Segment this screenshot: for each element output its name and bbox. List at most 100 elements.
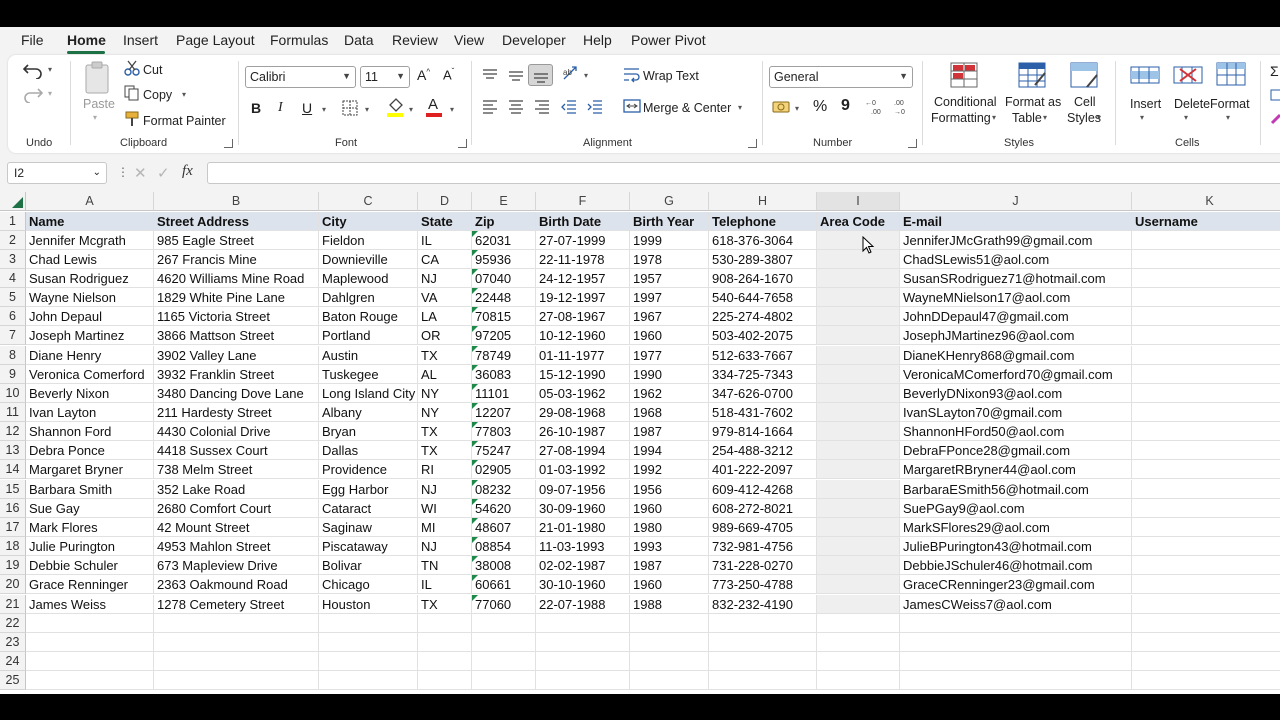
empty-cell[interactable] [900, 613, 1132, 633]
empty-cell[interactable] [26, 651, 154, 671]
format-cells-icon[interactable] [1215, 61, 1247, 87]
table-cell[interactable]: 11-03-1993 [536, 537, 630, 557]
header-cell[interactable]: Telephone [709, 211, 817, 231]
redo-dropdown-icon[interactable]: ▾ [48, 89, 52, 98]
table-cell[interactable]: Downieville [319, 249, 418, 269]
insert-dropdown-icon[interactable]: ▾ [1140, 113, 1144, 122]
format-painter-icon[interactable] [124, 111, 142, 127]
format-cells-button[interactable]: Format [1210, 97, 1250, 111]
format-dropdown-icon[interactable]: ▾ [1226, 113, 1230, 122]
table-cell[interactable]: Portland [319, 326, 418, 346]
empty-cell[interactable] [154, 671, 319, 691]
table-cell[interactable]: 08854 [472, 537, 536, 557]
table-cell[interactable]: Austin [319, 345, 418, 365]
wrap-text-icon[interactable] [623, 67, 641, 83]
table-cell[interactable]: 36083 [472, 364, 536, 384]
table-cell[interactable]: JenniferJMcGrath99@gmail.com [900, 230, 1132, 250]
table-cell[interactable]: Dallas [319, 441, 418, 461]
row-header[interactable]: 25 [0, 671, 26, 691]
empty-cell[interactable] [709, 651, 817, 671]
table-cell[interactable] [1132, 250, 1280, 269]
row-header[interactable]: 1 [0, 211, 26, 231]
empty-cell[interactable] [1132, 671, 1280, 691]
table-cell[interactable] [817, 422, 900, 442]
decrease-font-icon[interactable]: Aˇ [443, 67, 454, 82]
conditional-formatting-icon[interactable] [949, 61, 979, 89]
table-cell[interactable]: Mark Flores [26, 517, 154, 537]
table-cell[interactable]: TX [418, 345, 472, 365]
table-cell[interactable] [1132, 326, 1280, 346]
table-cell[interactable]: 30-10-1960 [536, 575, 630, 595]
column-header[interactable]: J [900, 192, 1132, 211]
table-cell[interactable]: 1960 [630, 575, 709, 595]
table-cell[interactable]: 1987 [630, 422, 709, 442]
table-cell[interactable]: 1165 Victoria Street [154, 307, 319, 327]
row-header[interactable]: 22 [0, 613, 26, 633]
number-launcher-icon[interactable] [908, 139, 917, 148]
decrease-decimal-icon[interactable]: .00→0 [891, 97, 911, 115]
table-cell[interactable]: CA [418, 249, 472, 269]
row-header[interactable]: 14 [0, 460, 26, 480]
row-header[interactable]: 17 [0, 517, 26, 537]
table-cell[interactable]: BarbaraESmith56@hotmail.com [900, 479, 1132, 499]
table-cell[interactable]: 08232 [472, 479, 536, 499]
header-cell[interactable]: Username [1132, 211, 1280, 231]
table-cell[interactable]: ShannonHFord50@aol.com [900, 422, 1132, 442]
merge-center-icon[interactable] [623, 98, 641, 114]
column-header[interactable]: C [319, 192, 418, 211]
empty-cell[interactable] [26, 632, 154, 652]
empty-cell[interactable] [630, 671, 709, 691]
row-header[interactable]: 8 [0, 345, 26, 365]
undo-dropdown-icon[interactable]: ▾ [48, 65, 52, 74]
row-header[interactable]: 15 [0, 479, 26, 499]
fill-color-dropdown-icon[interactable]: ▾ [409, 105, 413, 114]
redo-icon[interactable] [22, 85, 44, 103]
table-cell[interactable]: DebraFPonce28@gmail.com [900, 441, 1132, 461]
table-cell[interactable]: VeronicaMComerford70@gmail.com [900, 364, 1132, 384]
empty-cell[interactable] [709, 613, 817, 633]
column-header[interactable]: I [817, 192, 900, 211]
table-cell[interactable]: 985 Eagle Street [154, 230, 319, 250]
table-cell[interactable]: 3866 Mattson Street [154, 326, 319, 346]
table-cell[interactable]: 989-669-4705 [709, 517, 817, 537]
paste-icon[interactable] [82, 61, 114, 97]
table-cell[interactable]: Debra Ponce [26, 441, 154, 461]
chevron-down-icon[interactable]: ⌄ [93, 167, 101, 178]
empty-cell[interactable] [1132, 652, 1280, 671]
empty-cell[interactable] [418, 671, 472, 691]
table-cell[interactable]: Barbara Smith [26, 479, 154, 499]
table-cell[interactable]: 1993 [630, 537, 709, 557]
table-cell[interactable]: 07040 [472, 268, 536, 288]
row-header[interactable]: 4 [0, 268, 26, 288]
clear-icon[interactable] [1270, 113, 1280, 125]
table-cell[interactable]: Debbie Schuler [26, 556, 154, 576]
table-cell[interactable]: MarkSFlores29@aol.com [900, 517, 1132, 537]
increase-indent-icon[interactable] [587, 100, 603, 114]
table-cell[interactable]: 1999 [630, 230, 709, 250]
table-cell[interactable]: JulieBPurington43@hotmail.com [900, 537, 1132, 557]
table-cell[interactable]: ChadSLewis51@aol.com [900, 249, 1132, 269]
table-cell[interactable]: 518-431-7602 [709, 403, 817, 422]
table-cell[interactable] [1132, 575, 1280, 595]
row-header[interactable]: 24 [0, 651, 26, 671]
empty-cell[interactable] [154, 651, 319, 671]
table-cell[interactable]: 70815 [472, 307, 536, 327]
delete-cells-button[interactable]: Delete [1174, 97, 1210, 111]
font-color-dropdown-icon[interactable]: ▾ [450, 105, 454, 114]
table-cell[interactable]: 97205 [472, 326, 536, 346]
table-cell[interactable] [1132, 384, 1280, 403]
comma-style-button[interactable]: 9 [841, 97, 850, 115]
orientation-dropdown-icon[interactable]: ▾ [584, 71, 588, 80]
table-cell[interactable] [1132, 403, 1280, 422]
table-cell[interactable]: JamesCWeiss7@aol.com [900, 594, 1132, 614]
table-cell[interactable] [1132, 288, 1280, 308]
format-painter-button[interactable]: Format Painter [143, 114, 226, 128]
table-cell[interactable]: 1960 [630, 326, 709, 346]
tab-developer[interactable]: Developer [502, 32, 566, 48]
row-header[interactable]: 7 [0, 326, 26, 346]
empty-cell[interactable] [630, 613, 709, 633]
empty-cell[interactable] [154, 632, 319, 652]
table-cell[interactable] [1132, 499, 1280, 518]
table-cell[interactable] [1132, 460, 1280, 480]
empty-cell[interactable] [319, 632, 418, 652]
